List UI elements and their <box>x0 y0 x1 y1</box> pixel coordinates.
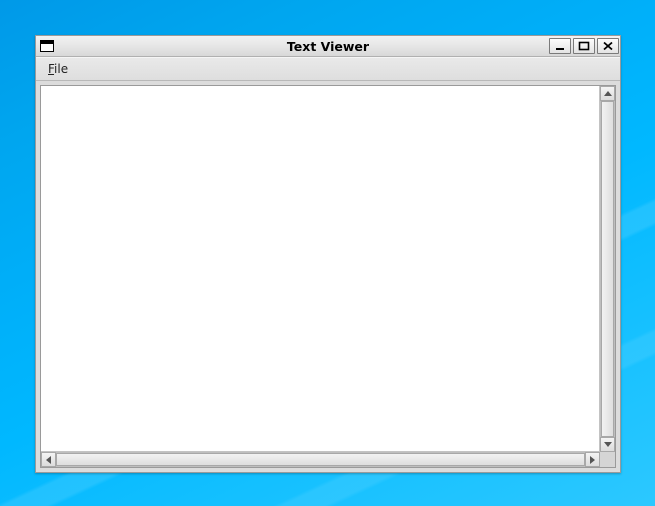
window-title: Text Viewer <box>36 39 620 54</box>
titlebar[interactable]: Text Viewer <box>36 36 620 57</box>
scrollbar-corner <box>600 452 615 467</box>
scroll-right-button[interactable] <box>585 452 600 467</box>
text-area[interactable] <box>41 86 600 452</box>
close-button[interactable] <box>597 38 619 54</box>
app-window: Text Viewer <box>35 35 621 473</box>
text-viewer <box>40 85 616 468</box>
window-icon[interactable] <box>38 38 56 54</box>
hscroll-track[interactable] <box>56 452 585 467</box>
menubar: File <box>36 57 620 81</box>
vertical-scrollbar[interactable] <box>600 86 615 452</box>
desktop: Text Viewer <box>0 0 655 506</box>
maximize-icon <box>578 41 590 51</box>
chevron-right-icon <box>590 456 595 464</box>
menu-file-rest: ile <box>54 62 68 76</box>
chevron-down-icon <box>604 442 612 447</box>
scroll-left-button[interactable] <box>41 452 56 467</box>
hscroll-thumb[interactable] <box>56 453 585 466</box>
close-icon <box>602 41 614 51</box>
horizontal-scrollbar[interactable] <box>41 452 600 467</box>
minimize-button[interactable] <box>549 38 571 54</box>
client-area <box>36 81 620 472</box>
maximize-button[interactable] <box>573 38 595 54</box>
scroll-up-button[interactable] <box>600 86 615 101</box>
menu-file[interactable]: File <box>42 60 74 78</box>
vscroll-thumb[interactable] <box>601 101 614 437</box>
scroll-down-button[interactable] <box>600 437 615 452</box>
chevron-up-icon <box>604 91 612 96</box>
vscroll-track[interactable] <box>600 101 615 437</box>
chevron-left-icon <box>46 456 51 464</box>
minimize-icon <box>554 41 566 51</box>
